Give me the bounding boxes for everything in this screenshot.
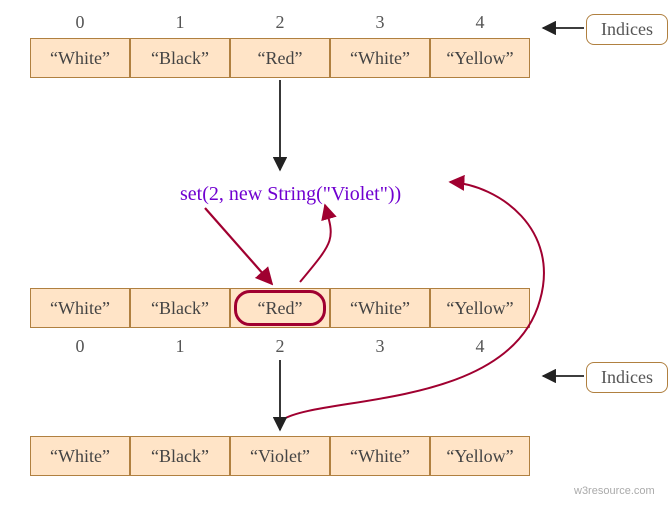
index-label: 2 — [230, 12, 330, 33]
array-cell-value: “Red” — [254, 48, 307, 69]
index-label: 4 — [430, 12, 530, 33]
array-cell: “Black” — [130, 38, 230, 78]
arrow-return-small — [300, 205, 331, 282]
array-cell-value: “Yellow” — [442, 446, 517, 467]
index-label: 3 — [330, 336, 430, 357]
indices-label-pill: Indices — [586, 362, 668, 393]
arrow-set-into-cell — [205, 208, 272, 284]
array-cell-value: “White” — [346, 446, 414, 467]
array-cell-value: “Black” — [147, 48, 213, 69]
array-cell-value: “White” — [46, 446, 114, 467]
indices-label-pill: Indices — [586, 14, 668, 45]
code-expression: set(2, new String("Violet")) — [180, 183, 401, 206]
array-row-3: “White” “Black” “Violet” “White” “Yellow… — [30, 436, 530, 476]
array-cell: “White” — [30, 38, 130, 78]
array-cell-value: “Yellow” — [442, 298, 517, 319]
index-row-middle: 0 1 2 3 4 — [30, 336, 530, 357]
array-cell: “White” — [330, 288, 430, 328]
array-cell-value: “White” — [346, 298, 414, 319]
array-cell-value: “Violet” — [246, 446, 314, 467]
index-label: 0 — [30, 12, 130, 33]
array-cell: “Yellow” — [430, 436, 530, 476]
array-cell: “Yellow” — [430, 38, 530, 78]
array-cell: “Black” — [130, 288, 230, 328]
array-cell-value: “Black” — [147, 446, 213, 467]
index-label: 2 — [230, 336, 330, 357]
array-cell: “Black” — [130, 436, 230, 476]
index-label: 4 — [430, 336, 530, 357]
index-label: 0 — [30, 336, 130, 357]
array-cell-value: “White” — [46, 298, 114, 319]
array-cell-value: “Black” — [147, 298, 213, 319]
array-row-1: “White” “Black” “Red” “White” “Yellow” — [30, 38, 530, 78]
array-cell: “White” — [30, 288, 130, 328]
watermark: w3resource.com — [574, 485, 655, 497]
index-row-top: 0 1 2 3 4 — [30, 12, 530, 33]
index-label: 1 — [130, 336, 230, 357]
highlight-ring — [234, 290, 326, 326]
array-cell: “White” — [330, 38, 430, 78]
array-cell: “Red” — [230, 38, 330, 78]
array-cell-value: “Yellow” — [442, 48, 517, 69]
index-label: 1 — [130, 12, 230, 33]
index-label: 3 — [330, 12, 430, 33]
array-cell: “Yellow” — [430, 288, 530, 328]
array-cell-value: “White” — [346, 48, 414, 69]
array-cell: “White” — [330, 436, 430, 476]
diagram-canvas: 0 1 2 3 4 “White” “Black” “Red” “White” … — [0, 0, 672, 506]
array-cell: “White” — [30, 436, 130, 476]
array-cell-value: “White” — [46, 48, 114, 69]
array-cell: “Violet” — [230, 436, 330, 476]
